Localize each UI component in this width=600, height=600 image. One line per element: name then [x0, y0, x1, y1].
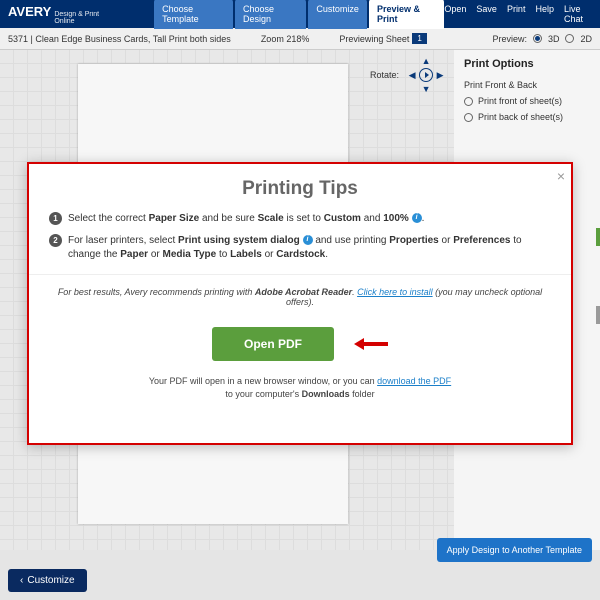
tip-2: 2 For laser printers, select Print using… [49, 234, 551, 262]
radio-2d[interactable] [565, 34, 574, 43]
top-bar: AVERY Design & Print Online Choose Templ… [0, 0, 600, 28]
tab-choose-template[interactable]: Choose Template [154, 0, 233, 29]
back-label: Customize [27, 575, 74, 586]
logo-tagline: Design & Print Online [54, 11, 114, 25]
info-icon[interactable]: i [303, 235, 313, 245]
sidebar-section: Print Front & Back [464, 80, 590, 90]
label-3d: 3D [548, 34, 560, 44]
modal-footer-text: Your PDF will open in a new browser wind… [49, 375, 551, 400]
tab-choose-design[interactable]: Choose Design [235, 0, 306, 29]
sub-bar: 5371 | Clean Edge Business Cards, Tall P… [0, 28, 600, 50]
main-tabs: Choose Template Choose Design Customize … [154, 0, 444, 29]
link-save[interactable]: Save [476, 4, 497, 24]
rotate-up-icon[interactable]: ▲ [419, 54, 433, 68]
rotate-right-icon[interactable]: ▶ [433, 68, 447, 82]
tab-preview-print[interactable]: Preview & Print [369, 0, 444, 29]
recommendation-text: For best results, Avery recommends print… [49, 287, 551, 307]
apply-design-button[interactable]: Apply Design to Another Template [437, 538, 592, 562]
chevron-left-icon: ‹ [20, 575, 23, 586]
tip-1-text: Select the correct Paper Size and be sur… [68, 212, 424, 226]
modal-body: Printing Tips 1 Select the correct Paper… [29, 164, 571, 414]
printing-tips-modal: × Printing Tips 1 Select the correct Pap… [27, 162, 573, 445]
rotate-play-icon[interactable] [419, 68, 433, 82]
green-stub [596, 228, 600, 246]
option-front[interactable]: Print front of sheet(s) [464, 96, 590, 106]
gray-stub [596, 306, 600, 324]
preview-sheet-number[interactable]: 1 [412, 33, 426, 44]
rotate-controls: Rotate: ▲ ◀ ▶ ▼ [370, 54, 447, 96]
tip-2-badge: 2 [49, 234, 62, 247]
option-back[interactable]: Print back of sheet(s) [464, 112, 590, 122]
rotate-label: Rotate: [370, 70, 399, 80]
rotate-left-icon[interactable]: ◀ [405, 68, 419, 82]
info-icon[interactable]: i [412, 213, 422, 223]
option-front-label: Print front of sheet(s) [478, 96, 562, 106]
sidebar-title: Print Options [464, 58, 590, 70]
option-back-label: Print back of sheet(s) [478, 112, 563, 122]
arrow-left-icon [354, 339, 388, 349]
tab-customize[interactable]: Customize [308, 0, 367, 29]
tip-1: 1 Select the correct Paper Size and be s… [49, 212, 551, 226]
top-links: Open Save Print Help Live Chat [444, 4, 592, 24]
open-pdf-row: Open PDF [49, 327, 551, 361]
open-pdf-button[interactable]: Open PDF [212, 327, 334, 361]
logo: AVERY Design & Print Online [8, 4, 114, 25]
tip-2-text: For laser printers, select Print using s… [68, 234, 551, 262]
radio-back[interactable] [464, 113, 473, 122]
close-icon[interactable]: × [557, 168, 565, 184]
back-customize-button[interactable]: ‹ Customize [8, 569, 87, 592]
view-label: Preview: [492, 34, 527, 44]
link-print[interactable]: Print [507, 4, 526, 24]
label-2d: 2D [580, 34, 592, 44]
link-live-chat[interactable]: Live Chat [564, 4, 592, 24]
product-title: 5371 | Clean Edge Business Cards, Tall P… [8, 34, 231, 44]
divider [29, 274, 571, 275]
logo-text: AVERY [8, 4, 51, 19]
install-link[interactable]: Click here to install [357, 287, 433, 297]
zoom-label: Zoom 218% [261, 34, 310, 44]
rotate-pad: ▲ ◀ ▶ ▼ [405, 54, 447, 96]
preview-sheet-label: Previewing Sheet [339, 34, 409, 44]
view-toggle: Preview: 3D 2D [492, 34, 592, 44]
preview-sheet: Previewing Sheet 1 [339, 33, 427, 44]
download-pdf-link[interactable]: download the PDF [377, 376, 451, 386]
modal-title: Printing Tips [49, 178, 551, 200]
radio-3d[interactable] [533, 34, 542, 43]
tip-1-badge: 1 [49, 212, 62, 225]
radio-front[interactable] [464, 97, 473, 106]
rotate-down-icon[interactable]: ▼ [419, 82, 433, 96]
link-open[interactable]: Open [444, 4, 466, 24]
link-help[interactable]: Help [535, 4, 554, 24]
